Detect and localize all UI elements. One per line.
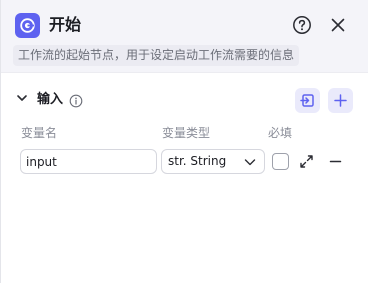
node-title: 开始: [49, 15, 82, 34]
inputs-section: 输入 变量名 变量类型 必填 str. String: [1, 72, 368, 283]
node-header: 开始 工作流的起始节点，用于设定启动工作流需要的信息: [1, 0, 368, 72]
inputs-title: 输入: [37, 92, 64, 107]
node-config-panel: 开始 工作流的起始节点，用于设定启动工作流需要的信息 输入 变量名 变量类型 必…: [0, 0, 368, 283]
column-header-required: 必填: [268, 126, 293, 140]
expand-icon[interactable]: [299, 154, 314, 169]
node-description: 工作流的起始节点，用于设定启动工作流需要的信息: [13, 45, 300, 66]
column-header-name: 变量名: [21, 126, 58, 140]
column-header-type: 变量类型: [162, 126, 211, 140]
import-variables-button[interactable]: [295, 88, 320, 113]
help-icon[interactable]: [292, 15, 312, 35]
remove-variable-icon[interactable]: [328, 154, 343, 169]
variable-name-input[interactable]: [20, 149, 157, 174]
add-variable-button[interactable]: [328, 88, 353, 113]
chevron-down-icon: [244, 159, 256, 166]
info-icon[interactable]: [69, 93, 83, 108]
collapse-chevron-icon[interactable]: [15, 90, 29, 104]
variable-type-value: str. String: [168, 154, 227, 168]
plus-icon: [334, 94, 347, 107]
workflow-start-icon: [15, 13, 40, 38]
required-checkbox[interactable]: [272, 153, 289, 170]
variable-type-select[interactable]: str. String: [161, 149, 265, 174]
import-icon: [300, 94, 314, 107]
close-icon[interactable]: [329, 16, 347, 34]
